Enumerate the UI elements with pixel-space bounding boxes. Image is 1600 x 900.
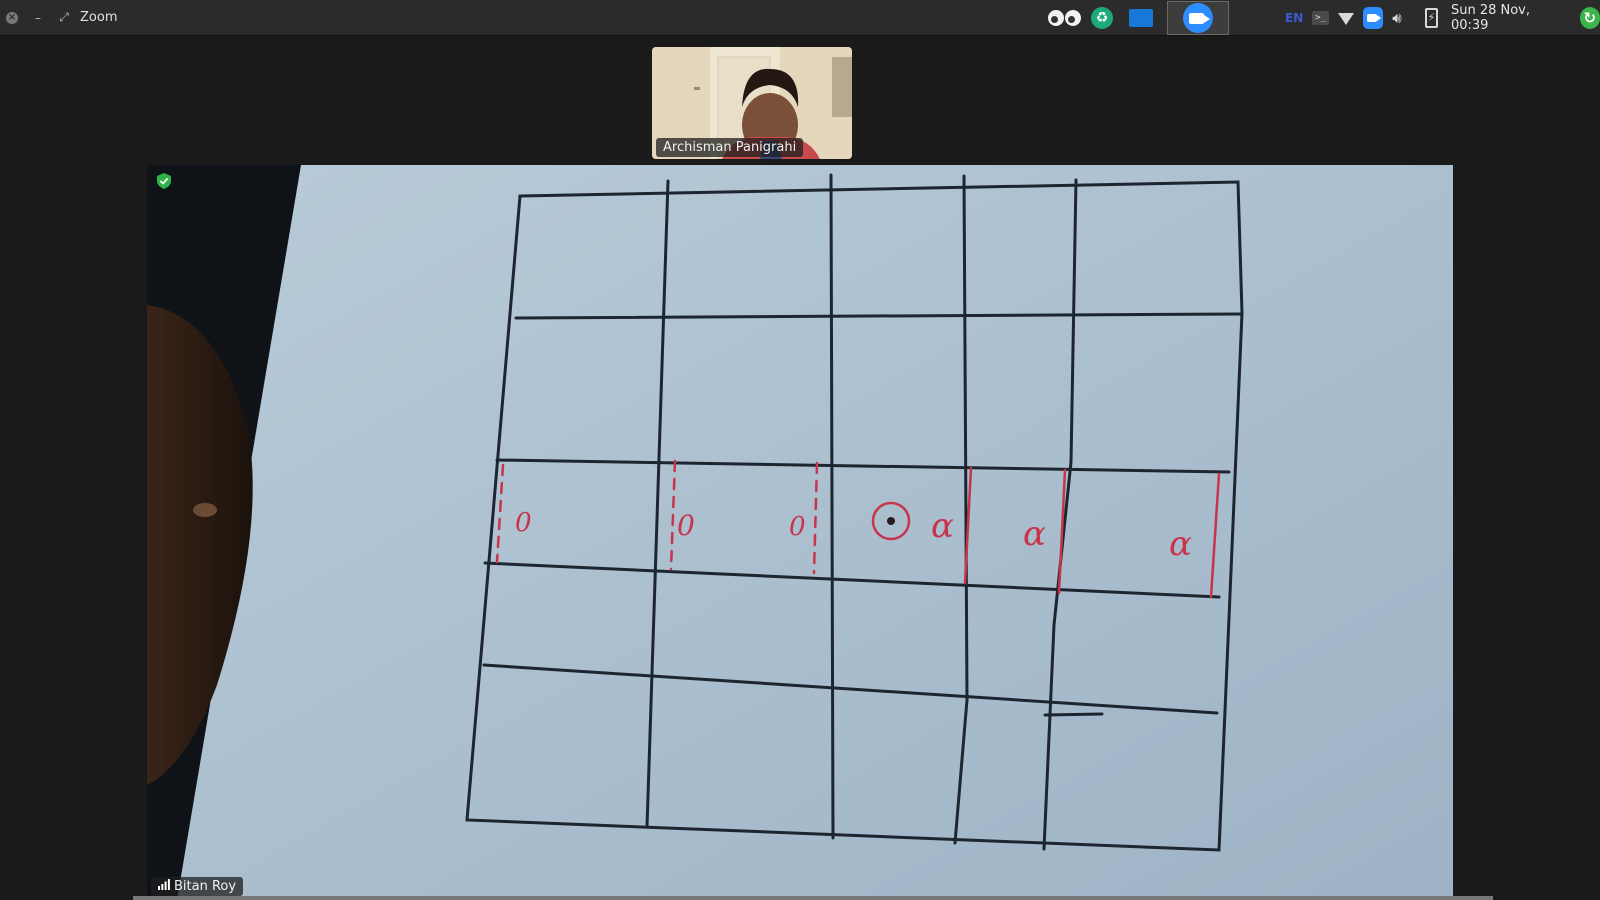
zoom-taskbar-button[interactable] bbox=[1167, 1, 1229, 35]
horizontal-scrollbar[interactable] bbox=[133, 896, 1493, 900]
camera-icon bbox=[1366, 14, 1381, 22]
encryption-shield-icon[interactable] bbox=[157, 173, 171, 193]
active-speaker-tag: Bitan Roy bbox=[151, 877, 244, 896]
window-controls: × – ⤢ bbox=[0, 10, 70, 25]
participant-name-label: Archisman Panigrahi bbox=[656, 138, 804, 157]
terminal-icon[interactable]: >_ bbox=[1312, 11, 1329, 25]
close-button[interactable]: × bbox=[6, 11, 18, 24]
whiteboard-mark-alpha-b: α bbox=[1023, 514, 1046, 554]
zoom-taskbar-icon bbox=[1183, 3, 1213, 33]
restore-button[interactable]: ⤢ bbox=[58, 10, 70, 25]
zoom-tray-icon[interactable] bbox=[1362, 7, 1384, 29]
taskbar-apps: ♻ bbox=[1048, 0, 1229, 36]
window-title: Zoom bbox=[80, 10, 118, 25]
clock[interactable]: Sun 28 Nov, 00:39 bbox=[1451, 3, 1563, 33]
screen-share-icon[interactable] bbox=[1129, 9, 1153, 27]
whiteboard-mark-alpha-c: α bbox=[1169, 524, 1192, 564]
participant-thumbnail[interactable]: Archisman Panigrahi bbox=[652, 47, 852, 159]
whiteboard-mark-alpha-a: α bbox=[931, 506, 954, 546]
whiteboard-mark-0-b: 0 bbox=[677, 509, 695, 542]
whiteboard-video: 0 0 0 α α α bbox=[147, 165, 1453, 900]
wifi-icon[interactable] bbox=[1337, 13, 1354, 25]
camera-icon bbox=[1188, 12, 1210, 24]
active-speaker-name: Bitan Roy bbox=[174, 879, 237, 894]
eyes-icon[interactable] bbox=[1048, 10, 1081, 26]
signal-strength-icon bbox=[158, 879, 170, 894]
battery-icon[interactable]: ⚡ bbox=[1424, 8, 1438, 28]
volume-icon[interactable]: 🔊︎ bbox=[1392, 9, 1401, 27]
whiteboard-mark-0-a: 0 bbox=[515, 508, 532, 538]
system-tray: EN >_ 🔊︎ ⚡ Sun 28 Nov, 00:39 ↻ bbox=[1285, 0, 1600, 36]
main-video[interactable]: 0 0 0 α α α Bitan Roy bbox=[147, 165, 1453, 900]
whiteboard-mark-0-c: 0 bbox=[789, 512, 806, 542]
left-eye-icon bbox=[1048, 10, 1064, 26]
keyboard-layout-icon[interactable]: EN bbox=[1285, 11, 1303, 25]
update-icon[interactable]: ↻ bbox=[1579, 7, 1600, 29]
green-app-icon[interactable]: ♻ bbox=[1091, 7, 1113, 29]
right-eye-icon bbox=[1065, 10, 1081, 26]
minimize-button[interactable]: – bbox=[32, 11, 44, 25]
top-panel: × – ⤢ Zoom ♻ EN >_ 🔊︎ ⚡ Sun 28 Nov, 00:3… bbox=[0, 0, 1600, 36]
